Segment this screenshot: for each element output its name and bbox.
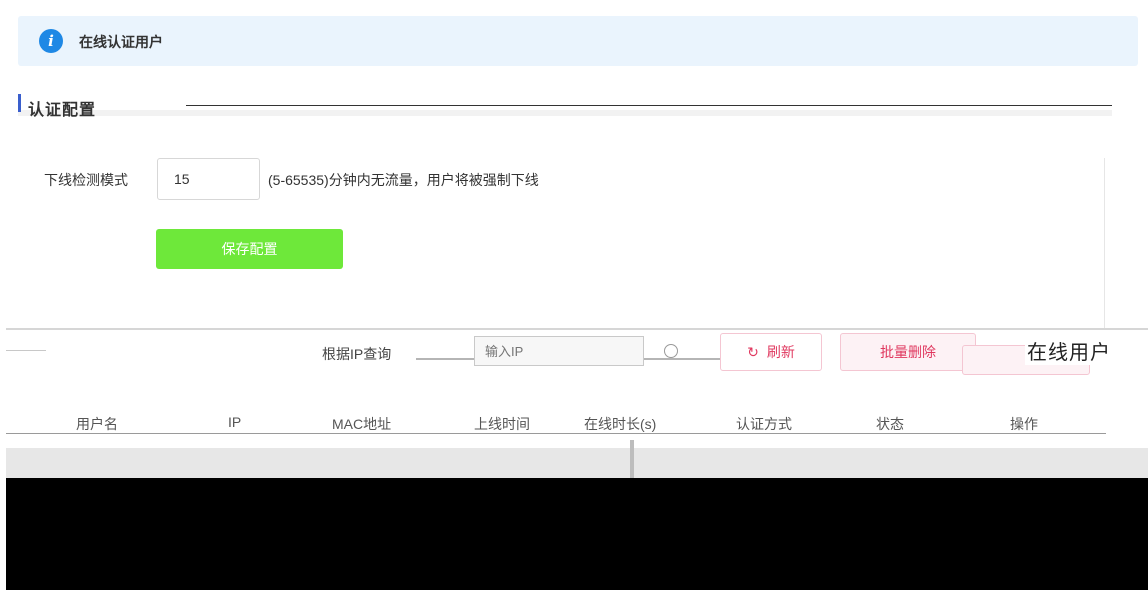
- section-divider: [186, 105, 1112, 106]
- column-header-ip[interactable]: IP: [228, 414, 241, 430]
- refresh-icon: ↻: [747, 344, 759, 360]
- column-header-online-time[interactable]: 上线时间: [474, 414, 530, 434]
- refresh-button[interactable]: ↻ 刷新: [720, 333, 822, 371]
- column-header-status[interactable]: 状态: [876, 414, 904, 434]
- info-banner: i 在线认证用户: [18, 16, 1138, 66]
- search-icon[interactable]: [664, 344, 678, 358]
- refresh-label: 刷新: [766, 344, 795, 360]
- table-body: [6, 478, 1148, 590]
- info-icon: i: [39, 29, 63, 53]
- column-header-username[interactable]: 用户名: [76, 414, 118, 434]
- column-header-duration[interactable]: 在线时长(s): [584, 414, 656, 434]
- offline-timeout-hint: (5-65535)分钟内无流量，用户将被强制下线: [268, 172, 539, 188]
- save-config-button[interactable]: 保存配置: [156, 229, 343, 269]
- table-header-divider: [6, 433, 1106, 434]
- search-by-ip-label: 根据IP查询: [322, 346, 392, 362]
- config-section-header: 认证配置: [6, 92, 1112, 122]
- divider: [1104, 158, 1105, 328]
- section-marker: [18, 94, 21, 112]
- info-banner-text: 在线认证用户: [79, 34, 163, 50]
- column-header-actions: 操作: [1010, 416, 1038, 432]
- render-artifact: [18, 110, 1112, 116]
- config-section-title: 认证配置: [28, 102, 97, 119]
- table-body-artifact: [6, 448, 1148, 478]
- column-header-mac[interactable]: MAC地址: [332, 414, 391, 434]
- offline-timeout-input[interactable]: [157, 158, 260, 200]
- ip-search-input[interactable]: [474, 336, 644, 366]
- table-body-artifact: [630, 440, 634, 480]
- table-header: 用户名 IP MAC地址 上线时间 在线时长(s) 认证方式 状态 操作: [6, 404, 1106, 436]
- batch-delete-button[interactable]: 批量删除: [840, 333, 976, 371]
- column-header-auth-method[interactable]: 认证方式: [736, 414, 792, 434]
- online-users-title: 在线用户: [1025, 336, 1113, 365]
- offline-detection-label: 下线检测模式: [44, 172, 128, 188]
